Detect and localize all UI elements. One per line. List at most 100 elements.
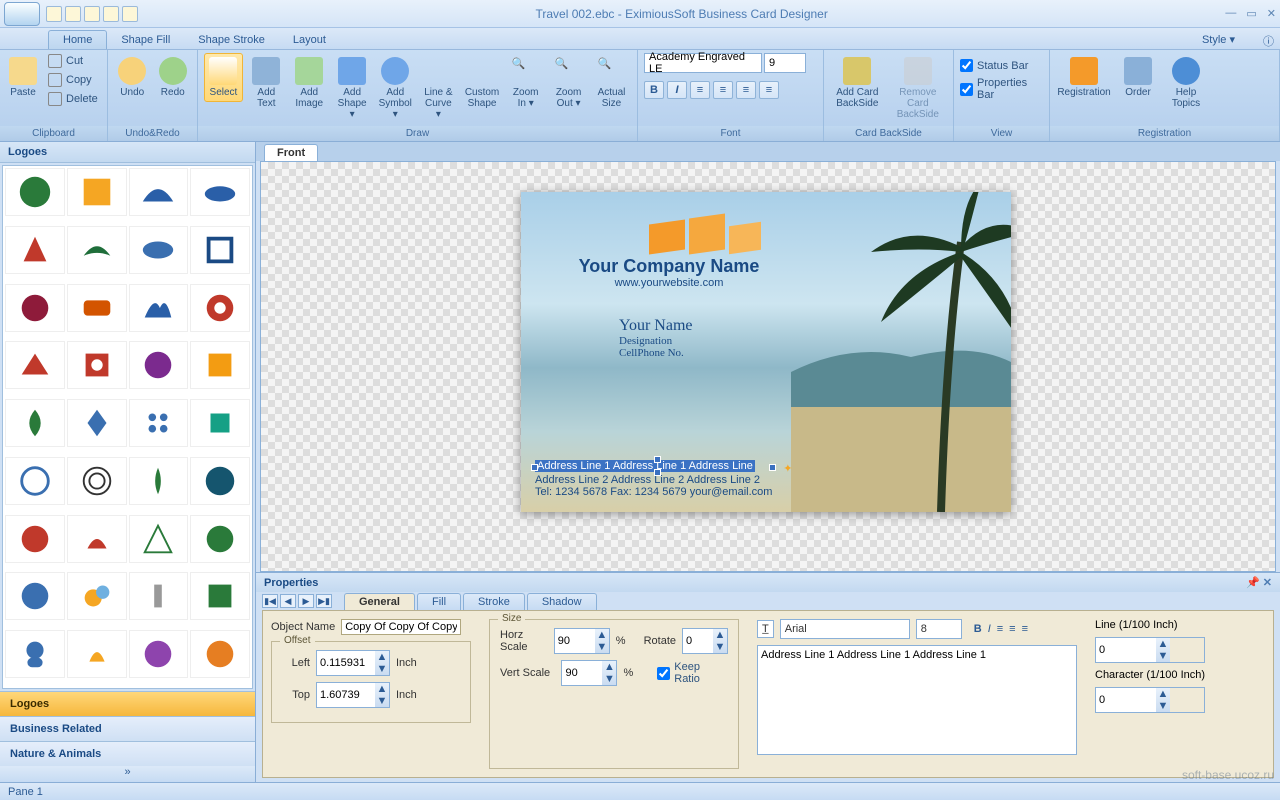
logo-item[interactable]: [190, 457, 250, 505]
logo-item[interactable]: [5, 168, 65, 216]
keep-ratio-checkbox[interactable]: Keep Ratio: [657, 661, 728, 685]
custom-shape-button[interactable]: CustomShape: [462, 53, 502, 113]
new-icon[interactable]: [46, 6, 62, 22]
style-dropdown[interactable]: Style ▾: [1188, 30, 1249, 49]
align-left-button[interactable]: ≡: [690, 81, 710, 99]
horz-input[interactable]: [555, 629, 595, 653]
logo-grid[interactable]: [2, 165, 253, 689]
add-text-button[interactable]: AddText: [247, 53, 286, 113]
logo-item[interactable]: [190, 399, 250, 447]
text-tool-icon[interactable]: T̲: [757, 620, 774, 638]
undo-button[interactable]: Undo: [114, 53, 151, 102]
font-size-combo[interactable]: 9: [764, 53, 806, 73]
logo-item[interactable]: [129, 515, 189, 563]
logo-item[interactable]: [5, 572, 65, 620]
company-name[interactable]: Your Company Name: [539, 256, 799, 277]
zoom-in-button[interactable]: 🔍ZoomIn ▾: [506, 53, 545, 113]
prop-italic-button[interactable]: I: [988, 623, 991, 635]
font-name-combo[interactable]: Academy Engraved LE: [644, 53, 762, 73]
logo-item[interactable]: [129, 457, 189, 505]
logo-item[interactable]: [5, 284, 65, 332]
nav-last-button[interactable]: ▶▮: [316, 594, 332, 608]
prop-bold-button[interactable]: B: [974, 623, 982, 635]
prop-align-left[interactable]: ≡: [997, 623, 1003, 635]
prop-tab-stroke[interactable]: Stroke: [463, 593, 525, 610]
prop-fontsize-combo[interactable]: 8: [916, 619, 962, 639]
business-card[interactable]: Your Company Name www.yourwebsite.com Yo…: [521, 192, 1011, 512]
canvas[interactable]: Your Company Name www.yourwebsite.com Yo…: [260, 161, 1276, 572]
logo-item[interactable]: [67, 168, 127, 216]
prop-font-combo[interactable]: Arial: [780, 619, 910, 639]
logo-item[interactable]: [129, 226, 189, 274]
tel-fax-email[interactable]: Tel: 1234 5678 Fax: 1234 5679 your@email…: [535, 486, 772, 498]
registration-button[interactable]: Registration: [1056, 53, 1112, 102]
add-symbol-button[interactable]: AddSymbol ▾: [376, 53, 415, 124]
zoom-out-button[interactable]: 🔍ZoomOut ▾: [549, 53, 588, 113]
logo-item[interactable]: [5, 630, 65, 678]
logo-item[interactable]: [67, 341, 127, 389]
logo-item[interactable]: [129, 168, 189, 216]
logo-item[interactable]: [129, 284, 189, 332]
tab-layout[interactable]: Layout: [279, 31, 340, 49]
logo-item[interactable]: [190, 168, 250, 216]
paste-button[interactable]: Paste: [6, 53, 40, 102]
logo-item[interactable]: [190, 515, 250, 563]
quickprint-icon[interactable]: [122, 6, 138, 22]
prop-tab-general[interactable]: General: [344, 593, 415, 610]
logo-item[interactable]: [129, 572, 189, 620]
maximize-button[interactable]: ▭: [1246, 7, 1256, 20]
cut-button[interactable]: Cut: [44, 53, 102, 69]
bold-button[interactable]: B: [644, 81, 664, 99]
pin-icon[interactable]: 📌 ✕: [1246, 576, 1272, 589]
delete-button[interactable]: Delete: [44, 91, 102, 107]
prop-tab-shadow[interactable]: Shadow: [527, 593, 597, 610]
propsbar-checkbox[interactable]: Properties Bar: [960, 77, 1043, 101]
category-nature[interactable]: Nature & Animals: [0, 741, 255, 766]
print-icon[interactable]: [103, 6, 119, 22]
align-right-button[interactable]: ≡: [736, 81, 756, 99]
prop-tab-fill[interactable]: Fill: [417, 593, 461, 610]
actual-size-button[interactable]: 🔍ActualSize: [592, 53, 631, 113]
logo-item[interactable]: [190, 226, 250, 274]
line-curve-button[interactable]: Line &Curve ▾: [419, 53, 458, 124]
address-line-1-selected[interactable]: Address Line 1 Address Line 1 Address Li…: [535, 460, 755, 472]
rotate-input[interactable]: [683, 629, 713, 653]
your-name[interactable]: Your Name: [619, 317, 799, 335]
statusbar-checkbox[interactable]: Status Bar: [960, 59, 1028, 72]
italic-button[interactable]: I: [667, 81, 687, 99]
nav-next-button[interactable]: ▶: [298, 594, 314, 608]
select-tool-button[interactable]: Select: [204, 53, 243, 102]
top-input[interactable]: [317, 683, 375, 707]
save-icon[interactable]: [84, 6, 100, 22]
logo-item[interactable]: [190, 341, 250, 389]
category-business[interactable]: Business Related: [0, 716, 255, 741]
cellphone[interactable]: CellPhone No.: [619, 347, 799, 359]
add-image-button[interactable]: AddImage: [290, 53, 329, 113]
close-button[interactable]: ✕: [1267, 7, 1276, 20]
object-text-input[interactable]: [757, 645, 1077, 755]
prop-align-center[interactable]: ≡: [1009, 623, 1015, 635]
redo-button[interactable]: Redo: [155, 53, 192, 102]
logo-item[interactable]: [190, 572, 250, 620]
logo-item[interactable]: [67, 284, 127, 332]
tab-home[interactable]: Home: [48, 30, 107, 49]
nav-prev-button[interactable]: ◀: [280, 594, 296, 608]
open-icon[interactable]: [65, 6, 81, 22]
minimize-button[interactable]: —: [1225, 7, 1236, 20]
website-text[interactable]: www.yourwebsite.com: [539, 277, 799, 289]
logo-item[interactable]: [67, 515, 127, 563]
left-input[interactable]: [317, 651, 375, 675]
canvas-tab-front[interactable]: Front: [264, 144, 318, 161]
category-logoes[interactable]: Logoes: [0, 691, 255, 716]
logo-item[interactable]: [67, 399, 127, 447]
add-backside-button[interactable]: Add CardBackSide: [830, 53, 885, 113]
object-name-input[interactable]: [341, 619, 461, 635]
add-shape-button[interactable]: AddShape ▾: [333, 53, 372, 124]
tab-shape-stroke[interactable]: Shape Stroke: [184, 31, 279, 49]
nav-first-button[interactable]: ▮◀: [262, 594, 278, 608]
logo-item[interactable]: [129, 630, 189, 678]
app-orb-icon[interactable]: [4, 2, 40, 26]
line-spacing-input[interactable]: [1096, 638, 1156, 662]
logo-item[interactable]: [190, 630, 250, 678]
char-spacing-input[interactable]: [1096, 688, 1156, 712]
